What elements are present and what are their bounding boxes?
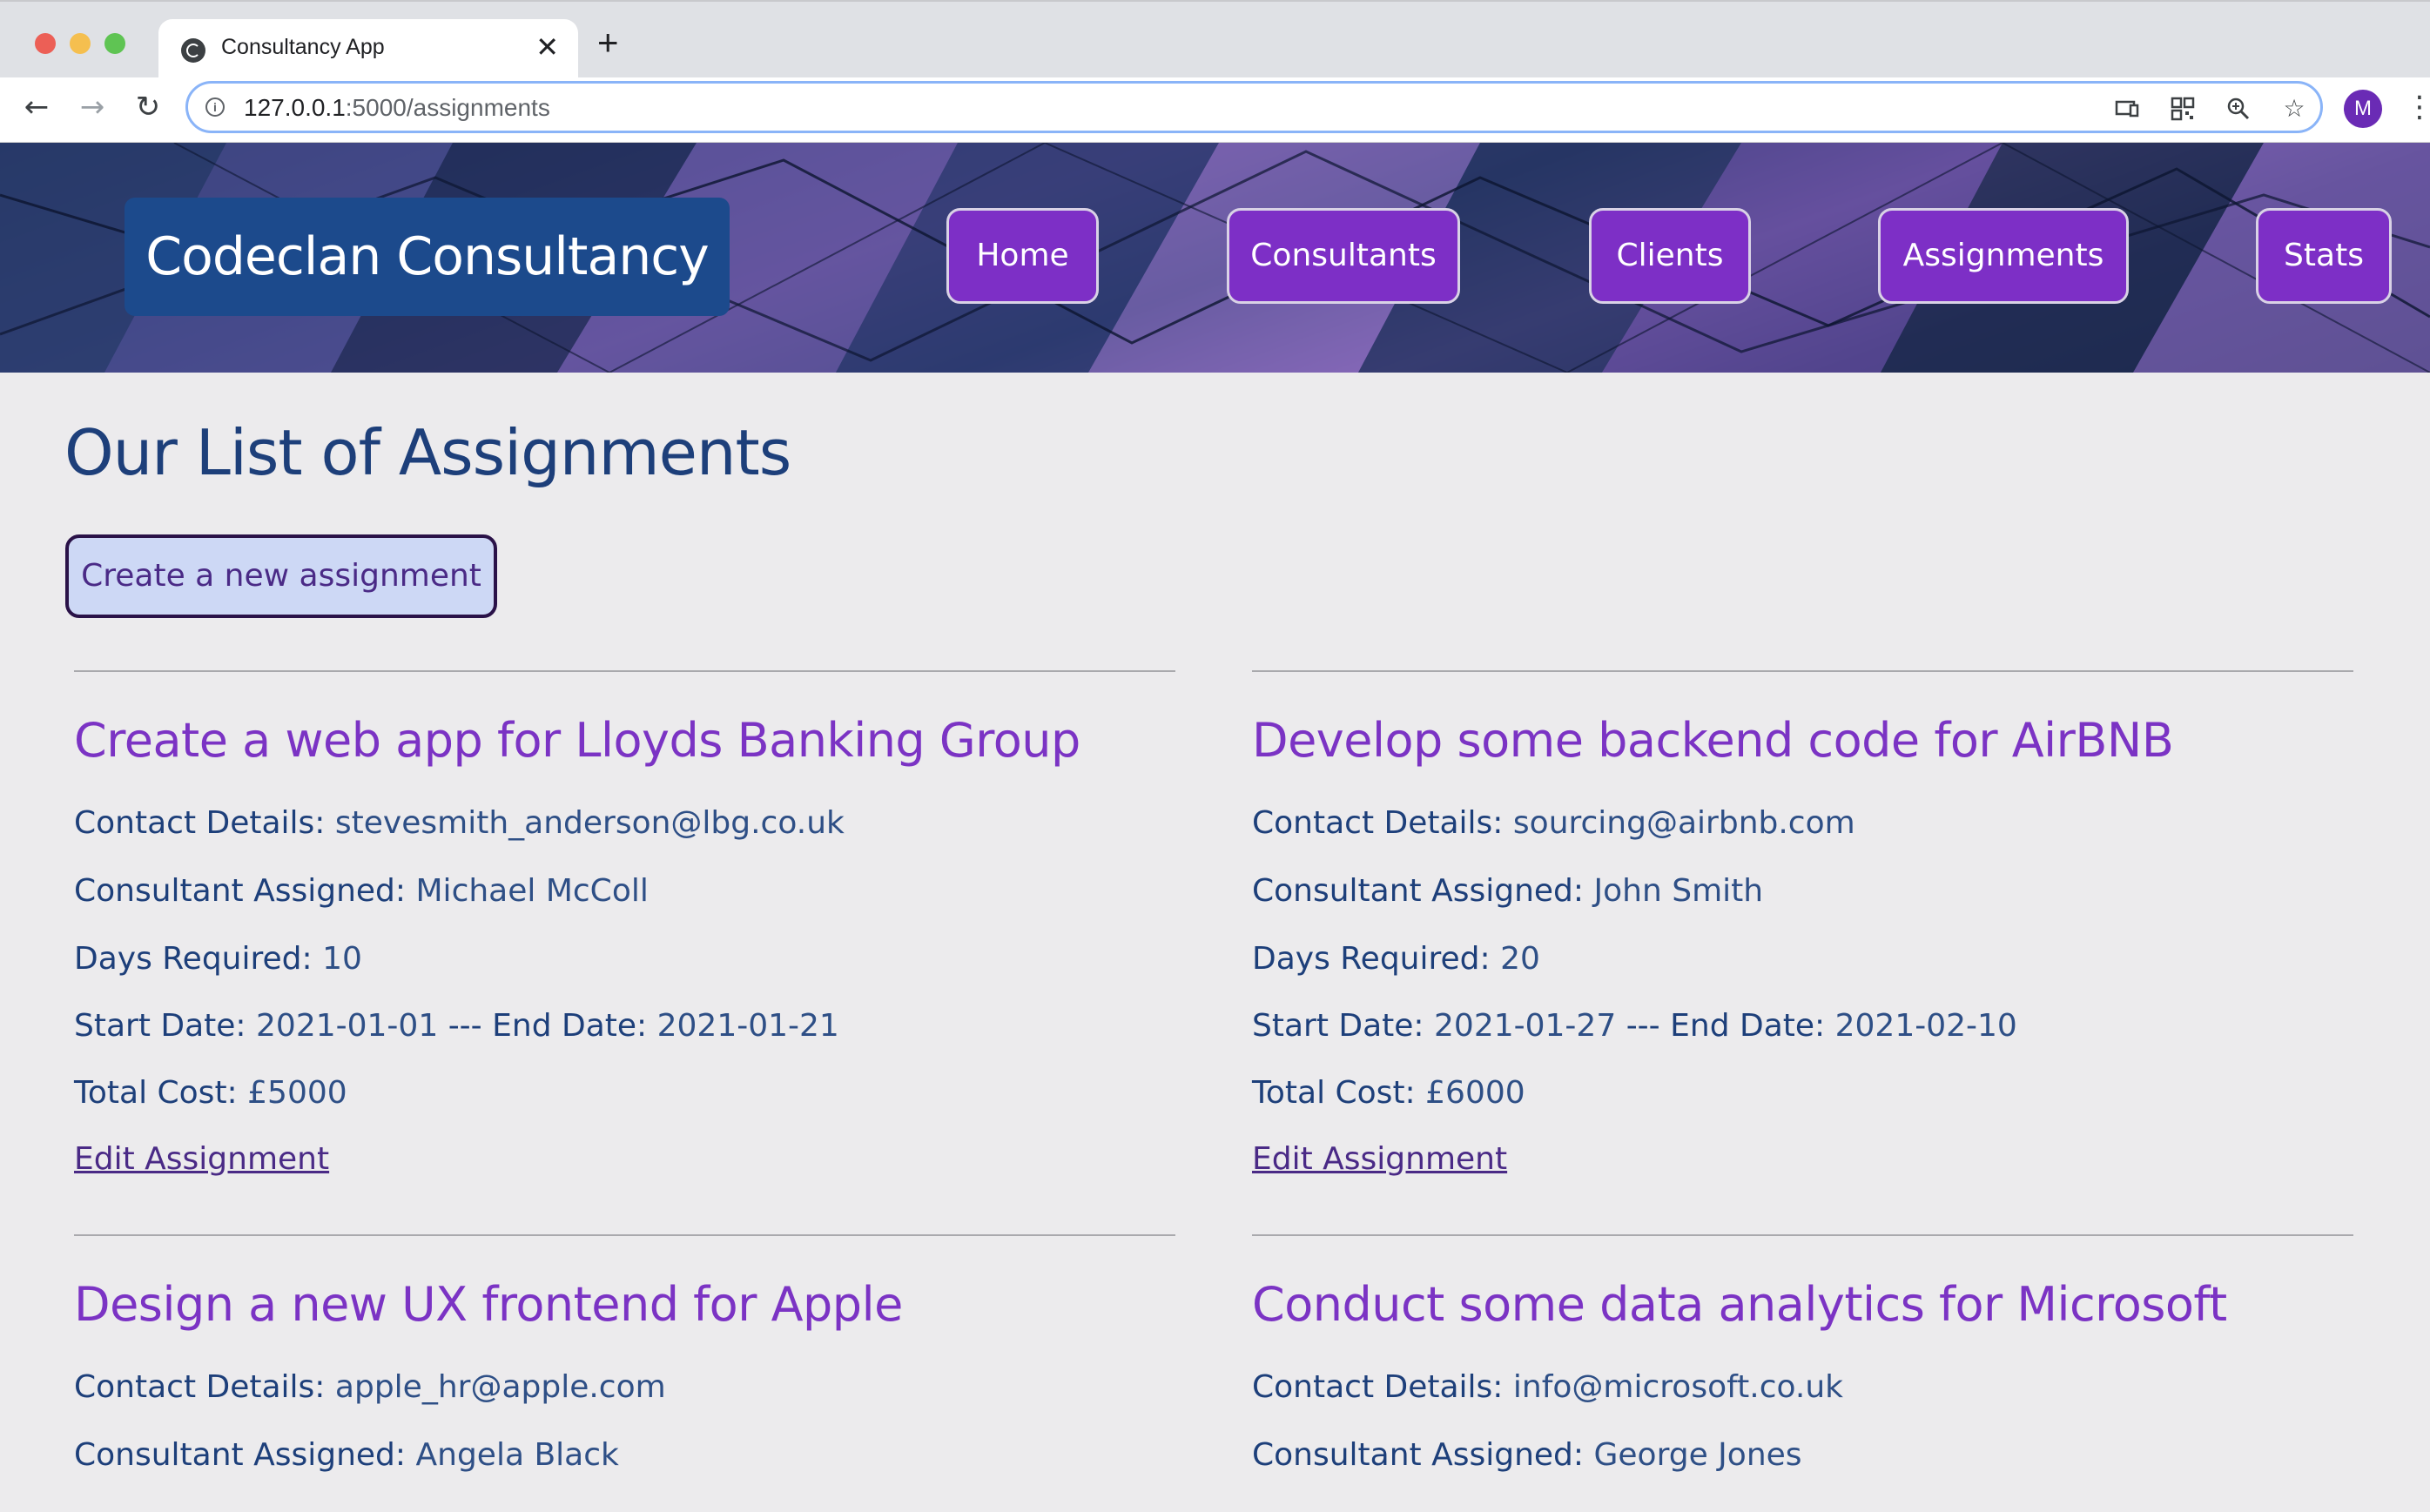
card-divider [1252, 1234, 2353, 1236]
days-value: 20 [1500, 941, 1540, 977]
address-bar[interactable]: i 127.0.0.1:5000/assignments ☆ [185, 81, 2323, 133]
consultant-value: George Jones [1593, 1437, 1802, 1473]
globe-icon [181, 38, 205, 63]
dates-row: Start Date: 2021-01-01 --- End Date: 202… [74, 1008, 839, 1044]
contact-details-row: Contact Details: stevesmith_anderson@lbg… [74, 805, 845, 841]
contact-details-row: Contact Details: sourcing@airbnb.com [1252, 805, 1855, 841]
date-separator: --- [1626, 1008, 1660, 1044]
consultant-value: Angela Black [415, 1437, 619, 1473]
assignment-card: Conduct some data analytics for Microsof… [1252, 1234, 2353, 1473]
card-divider [74, 1234, 1175, 1236]
dates-row: Start Date: 2021-01-27 --- End Date: 202… [1252, 1008, 2017, 1044]
browser-tab[interactable]: Consultancy App ✕ [158, 19, 578, 79]
qr-code-icon[interactable] [2170, 96, 2196, 122]
browser-toolbar: ← → ↻ i 127.0.0.1:5000/assignments ☆ M ⋮ [0, 77, 2430, 143]
url-host: 127.0.0.1 [244, 94, 346, 121]
contact-value: sourcing@airbnb.com [1512, 805, 1855, 841]
contact-value: info@microsoft.co.uk [1512, 1369, 1843, 1405]
consultant-row: Consultant Assigned: Angela Black [74, 1437, 619, 1473]
browser-tab-bar: Consultancy App ✕ + [0, 0, 2430, 79]
maximize-window-button[interactable] [104, 33, 125, 54]
end-value: 2021-02-10 [1834, 1008, 2017, 1044]
profile-avatar[interactable]: M [2344, 90, 2382, 128]
card-divider [1252, 670, 2353, 672]
close-tab-icon[interactable]: ✕ [535, 33, 559, 61]
contact-value: apple_hr@apple.com [334, 1369, 666, 1405]
end-value: 2021-01-21 [656, 1008, 839, 1044]
start-label: Start Date: [74, 1008, 246, 1044]
contact-details-row: Contact Details: apple_hr@apple.com [74, 1369, 666, 1405]
minimize-window-button[interactable] [70, 33, 91, 54]
consultant-value: John Smith [1593, 873, 1764, 909]
edit-assignment-link[interactable]: Edit Assignment [1252, 1141, 1507, 1177]
days-row: Days Required: 10 [74, 941, 362, 977]
days-label: Days Required: [1252, 941, 1491, 977]
days-value: 10 [322, 941, 362, 977]
assignment-card: Develop some backend code for AirBNB Con… [1252, 670, 2353, 1177]
contact-value: stevesmith_anderson@lbg.co.uk [334, 805, 845, 841]
nav-stats[interactable]: Stats [2256, 208, 2392, 304]
days-label: Days Required: [74, 941, 313, 977]
url-text: 127.0.0.1:5000/assignments [244, 94, 550, 122]
card-divider [74, 670, 1175, 672]
consultant-label: Consultant Assigned: [74, 873, 407, 909]
consultant-row: Consultant Assigned: Michael McColl [74, 873, 649, 909]
end-label: End Date: [492, 1008, 648, 1044]
new-tab-icon[interactable]: + [597, 24, 619, 61]
assignment-title: Conduct some data analytics for Microsof… [1252, 1277, 2227, 1332]
start-value: 2021-01-01 [256, 1008, 439, 1044]
consultant-value: Michael McColl [415, 873, 649, 909]
url-path: :5000/assignments [345, 94, 550, 121]
days-row: Days Required: 20 [1252, 941, 1540, 977]
zoom-icon[interactable] [2225, 96, 2252, 122]
nav-home[interactable]: Home [946, 208, 1099, 304]
close-window-button[interactable] [35, 33, 56, 54]
bookmark-star-icon[interactable]: ☆ [2281, 96, 2307, 122]
date-separator: --- [448, 1008, 482, 1044]
consultant-row: Consultant Assigned: George Jones [1252, 1437, 1802, 1473]
forward-arrow-icon[interactable]: → [75, 90, 110, 124]
cost-value: £5000 [247, 1075, 347, 1111]
end-label: End Date: [1670, 1008, 1826, 1044]
browser-menu-icon[interactable]: ⋮ [2405, 88, 2430, 126]
assignment-card: Design a new UX frontend for Apple Conta… [74, 1234, 1175, 1473]
site-info-icon[interactable]: i [205, 97, 225, 117]
page-title: Our List of Assignments [64, 416, 791, 489]
consultant-label: Consultant Assigned: [1252, 873, 1585, 909]
start-label: Start Date: [1252, 1008, 1424, 1044]
nav-clients[interactable]: Clients [1589, 208, 1751, 304]
cost-label: Total Cost: [74, 1075, 238, 1111]
contact-label: Contact Details: [1252, 1369, 1504, 1405]
cast-icon[interactable] [2114, 96, 2140, 122]
consultant-row: Consultant Assigned: John Smith [1252, 873, 1763, 909]
create-assignment-button[interactable]: Create a new assignment [65, 534, 497, 618]
edit-assignment-link[interactable]: Edit Assignment [74, 1141, 329, 1177]
tab-title: Consultancy App [221, 35, 385, 59]
reload-icon[interactable]: ↻ [131, 90, 165, 124]
nav-consultants[interactable]: Consultants [1227, 208, 1460, 304]
assignment-card: Create a web app for Lloyds Banking Grou… [74, 670, 1175, 1177]
contact-details-row: Contact Details: info@microsoft.co.uk [1252, 1369, 1843, 1405]
consultant-label: Consultant Assigned: [1252, 1437, 1585, 1473]
consultant-label: Consultant Assigned: [74, 1437, 407, 1473]
start-value: 2021-01-27 [1434, 1008, 1617, 1044]
cost-row: Total Cost: £6000 [1252, 1075, 1525, 1111]
assignment-title: Create a web app for Lloyds Banking Grou… [74, 713, 1080, 768]
assignment-title: Develop some backend code for AirBNB [1252, 713, 2174, 768]
cost-row: Total Cost: £5000 [74, 1075, 347, 1111]
assignment-title: Design a new UX frontend for Apple [74, 1277, 903, 1332]
site-brand-logo[interactable]: Codeclan Consultancy [125, 198, 730, 316]
contact-label: Contact Details: [74, 805, 326, 841]
cost-label: Total Cost: [1252, 1075, 1416, 1111]
nav-assignments[interactable]: Assignments [1878, 208, 2129, 304]
back-arrow-icon[interactable]: ← [19, 90, 54, 124]
site-header: Codeclan Consultancy Home Consultants Cl… [0, 143, 2430, 373]
contact-label: Contact Details: [1252, 805, 1504, 841]
cost-value: £6000 [1425, 1075, 1525, 1111]
contact-label: Contact Details: [74, 1369, 326, 1405]
